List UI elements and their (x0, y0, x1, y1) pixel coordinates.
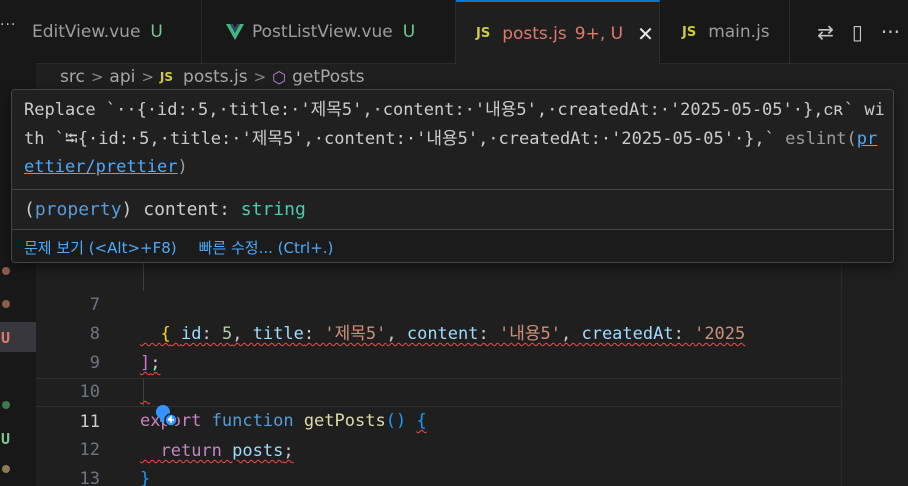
compare-changes-icon[interactable]: ⇄ (817, 20, 834, 44)
git-status: U (150, 22, 163, 42)
tab-editview[interactable]: EditView.vue U (32, 0, 202, 64)
tab-posts-js[interactable]: JS posts.js 9+, U ✕ (456, 0, 660, 65)
close-icon[interactable]: ✕ (637, 22, 654, 46)
breadcrumb-file[interactable]: posts.js (183, 67, 248, 87)
code-line: 10 export function getPosts() { (36, 349, 841, 431)
view-problem-link[interactable]: 문제 보기 (<Alt>+F8) (24, 237, 177, 258)
code-line: 13 (36, 436, 841, 486)
status-dot (2, 465, 10, 473)
tab-label: EditView.vue (32, 22, 141, 42)
code-line: 7 { id: 5, title: '제목5', content: '내용5',… (36, 262, 841, 344)
hover-actions: 문제 보기 (<Alt>+F8) 빠른 수정... (Ctrl+.) (12, 229, 893, 262)
js-icon: JS (159, 70, 174, 84)
code-line: 8 ]; (36, 291, 841, 373)
git-untracked-badge: U (1, 430, 11, 448)
tab-actions: ⇄ ▯ ··· (817, 0, 908, 64)
chevron-right-icon: > (141, 68, 154, 86)
vue-icon (226, 24, 244, 40)
chevron-right-icon: > (90, 68, 104, 86)
hover-widget: Replace `··{·id:·5,·title:·'제목5',·conten… (11, 89, 894, 263)
breadcrumb-symbol[interactable]: getPosts (292, 67, 364, 87)
split-editor-icon[interactable]: ▯ (852, 20, 863, 44)
chevron-right-icon: > (253, 68, 267, 86)
quick-fix-link[interactable]: 빠른 수정... (Ctrl+.) (199, 237, 334, 258)
more-actions-icon[interactable]: ··· (881, 20, 900, 44)
status-dot (2, 300, 10, 308)
divider (12, 189, 893, 190)
code-text: } (140, 469, 151, 486)
lightbulb-autofix-icon[interactable] (154, 404, 180, 428)
git-status: 9+, U (574, 23, 624, 44)
breadcrumb: src > api > JS posts.js > ⬡ getPosts (60, 64, 364, 90)
code-line-current: 11 return posts; (36, 378, 841, 461)
status-dot (2, 401, 10, 409)
tab-postlistview[interactable]: PostListView.vue U (202, 0, 456, 64)
js-icon: JS (682, 24, 697, 40)
tab-main-js[interactable]: JS main.js (660, 0, 790, 64)
type-signature: (property) content: string (24, 199, 306, 220)
method-cube-icon: ⬡ (272, 67, 287, 87)
tab-label: posts.js (502, 23, 567, 44)
git-untracked-badge: U (1, 329, 11, 347)
breadcrumb-src[interactable]: src (60, 67, 85, 87)
tab-label: PostListView.vue (252, 22, 393, 42)
tab-label: main.js (708, 22, 770, 42)
editor-tab-bar: EditView.vue U PostListView.vue U JS pos… (32, 0, 908, 65)
more-icon[interactable]: ··· (0, 17, 22, 33)
line-number: 13 (79, 469, 100, 486)
status-dot (2, 267, 10, 275)
js-icon: JS (476, 26, 491, 41)
lint-message: Replace `··{·id:·5,·title:·'제목5',·conten… (24, 100, 885, 177)
breadcrumb-api[interactable]: api (109, 67, 135, 87)
git-status: U (402, 22, 416, 42)
code-line: 9 (36, 320, 841, 373)
